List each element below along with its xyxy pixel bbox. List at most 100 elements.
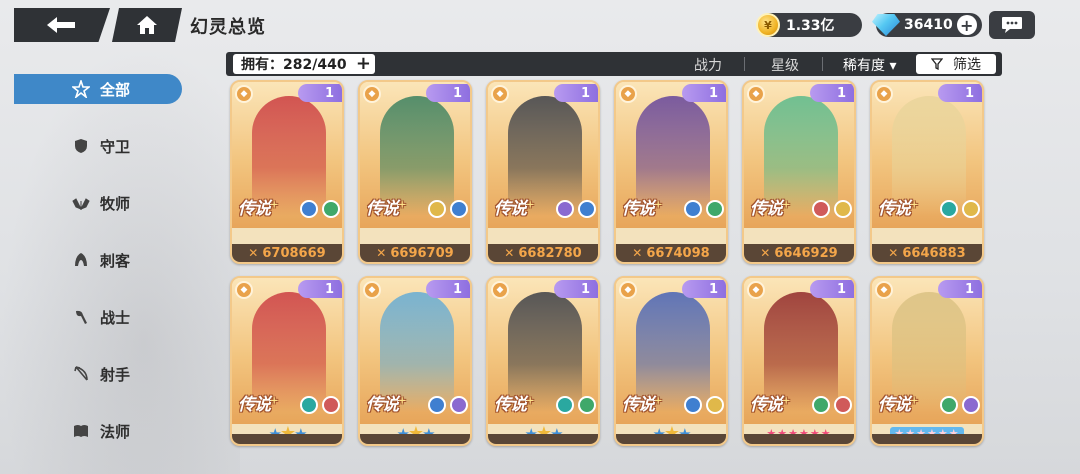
sort-by-power[interactable]: 战力 xyxy=(694,55,722,75)
chat-button[interactable] xyxy=(989,11,1035,39)
home-button[interactable] xyxy=(112,8,182,42)
class-badge-icon: ◆ xyxy=(619,85,637,103)
level-tag: 1 xyxy=(938,280,982,298)
filter-label: 筛选 xyxy=(953,57,981,73)
class-badge-icon: ◆ xyxy=(875,85,893,103)
gold-coin-icon: ¥ xyxy=(756,13,780,37)
rarity-plus-mark: + xyxy=(398,395,406,407)
add-gems-button[interactable]: + xyxy=(956,15,977,35)
hero-card[interactable]: ◆ 1 传说+ ✕ 6674098 xyxy=(614,80,728,264)
gem-amount: 36410 xyxy=(904,17,953,33)
rarity-label: 传说+ xyxy=(366,390,406,415)
element-icon xyxy=(556,200,574,218)
wings-icon xyxy=(72,194,90,212)
hero-card[interactable]: ◆ 1 传说+ ★★★★★★ xyxy=(870,276,984,446)
rarity-text: 传说 xyxy=(366,395,399,415)
expand-slots-button[interactable]: + xyxy=(356,55,371,73)
rarity-text: 传说 xyxy=(878,199,911,219)
rarity-plus-mark: + xyxy=(270,395,278,407)
element-icon xyxy=(684,200,702,218)
power-value: 6682780 xyxy=(518,245,582,261)
bow-icon xyxy=(72,365,90,383)
class-badge-icon: ◆ xyxy=(875,281,893,299)
sidebar-item-assassin[interactable]: 刺客 xyxy=(14,245,182,275)
rarity-text: 传说 xyxy=(238,199,271,219)
page-title: 幻灵总览 xyxy=(190,17,266,38)
hero-card[interactable]: ◆1传说+★★★ xyxy=(230,276,344,446)
hero-card[interactable]: ◆1传说+★★★ xyxy=(614,276,728,446)
power-bar xyxy=(360,434,470,444)
crossed-swords-icon: ✕ xyxy=(376,246,387,260)
class-badge-icon: ◆ xyxy=(235,281,253,299)
level-tag: 1 xyxy=(682,280,726,298)
owned-counter[interactable]: 拥有：282/440 + xyxy=(233,54,375,74)
rarity-plus-mark: + xyxy=(398,199,406,211)
divider xyxy=(744,57,745,71)
sidebar-item-label: 刺客 xyxy=(100,251,131,270)
level-tag: 1 xyxy=(298,84,342,102)
owned-label: 拥有：282/440 xyxy=(241,57,347,73)
crossed-swords-icon: ✕ xyxy=(760,246,771,260)
rarity-label: 传说+ xyxy=(750,194,790,219)
element-icon xyxy=(812,396,830,414)
element-icon xyxy=(962,396,980,414)
gold-currency[interactable]: ¥ 1.33亿 xyxy=(756,13,862,37)
sort-by-rarity[interactable]: 稀有度 ▾ xyxy=(843,55,896,75)
rarity-label: 传说+ xyxy=(622,390,662,415)
hero-card[interactable]: ◆ 1 传说+ ✕ 6646929 xyxy=(742,80,856,264)
level-tag: 1 xyxy=(426,280,470,298)
sidebar-item-priest[interactable]: 牧师 xyxy=(14,188,182,218)
sidebar-item-label: 法师 xyxy=(100,422,131,441)
gem-currency[interactable]: 36410 + xyxy=(872,13,982,37)
back-arrow-icon xyxy=(47,17,75,33)
rarity-plus-mark: + xyxy=(782,199,790,211)
element-icon xyxy=(300,200,318,218)
class-badge-icon: ◆ xyxy=(747,281,765,299)
back-button[interactable] xyxy=(14,8,110,42)
power-bar: ✕ 6674098 xyxy=(616,244,726,262)
rarity-label: 传说+ xyxy=(238,194,278,219)
element-icon xyxy=(300,396,318,414)
hero-card[interactable]: ◆ 1 传说+ ✕ 6696709 xyxy=(358,80,472,264)
rarity-text: 传说 xyxy=(750,199,783,219)
element-icon xyxy=(450,396,468,414)
hero-card[interactable]: ◆ 1 传说+ ✕ 6708669 xyxy=(230,80,344,264)
sort-by-stars[interactable]: 星级 xyxy=(771,55,799,75)
rarity-text: 传说 xyxy=(494,199,527,219)
gold-amount: 1.33亿 xyxy=(786,18,835,34)
sidebar-item-archer[interactable]: 射手 xyxy=(14,359,182,389)
rarity-plus-mark: + xyxy=(910,395,918,407)
element-icon xyxy=(578,396,596,414)
sidebar-item-mage[interactable]: 法师 xyxy=(14,416,182,446)
rarity-plus-mark: + xyxy=(526,395,534,407)
hero-card[interactable]: ◆ 1 传说+ ✕ 6646883 xyxy=(870,80,984,264)
element-icon xyxy=(962,200,980,218)
hero-card[interactable]: ◆1传说+★★★ xyxy=(486,276,600,446)
power-bar xyxy=(488,434,598,444)
level-tag: 1 xyxy=(938,84,982,102)
element-icon xyxy=(940,396,958,414)
axe-icon xyxy=(72,308,90,326)
sidebar-item-label: 射手 xyxy=(100,365,131,384)
divider xyxy=(822,57,823,71)
power-bar: ✕ 6708669 xyxy=(232,244,342,262)
element-icon xyxy=(578,200,596,218)
hero-card[interactable]: ◆ 1 传说+ ★★★★★★ xyxy=(742,276,856,446)
filter-button[interactable]: 筛选 xyxy=(916,54,996,74)
sidebar-item-label: 牧师 xyxy=(100,194,131,213)
level-tag: 1 xyxy=(426,84,470,102)
rarity-text: 传说 xyxy=(750,395,783,415)
power-bar: ✕ 6682780 xyxy=(488,244,598,262)
hero-card[interactable]: ◆ 1 传说+ ✕ 6682780 xyxy=(486,80,600,264)
element-icon xyxy=(834,200,852,218)
rarity-label: 传说+ xyxy=(494,194,534,219)
rarity-plus-mark: + xyxy=(526,199,534,211)
sidebar-item-warrior[interactable]: 战士 xyxy=(14,302,182,332)
sidebar-item-all[interactable]: 全部 xyxy=(14,74,182,104)
power-bar xyxy=(744,434,854,444)
crossed-swords-icon: ✕ xyxy=(632,246,643,260)
sidebar-item-guardian[interactable]: 守卫 xyxy=(14,131,182,161)
hero-card[interactable]: ◆1传说+★★★ xyxy=(358,276,472,446)
power-value: 6708669 xyxy=(262,245,326,261)
rarity-text: 传说 xyxy=(878,395,911,415)
